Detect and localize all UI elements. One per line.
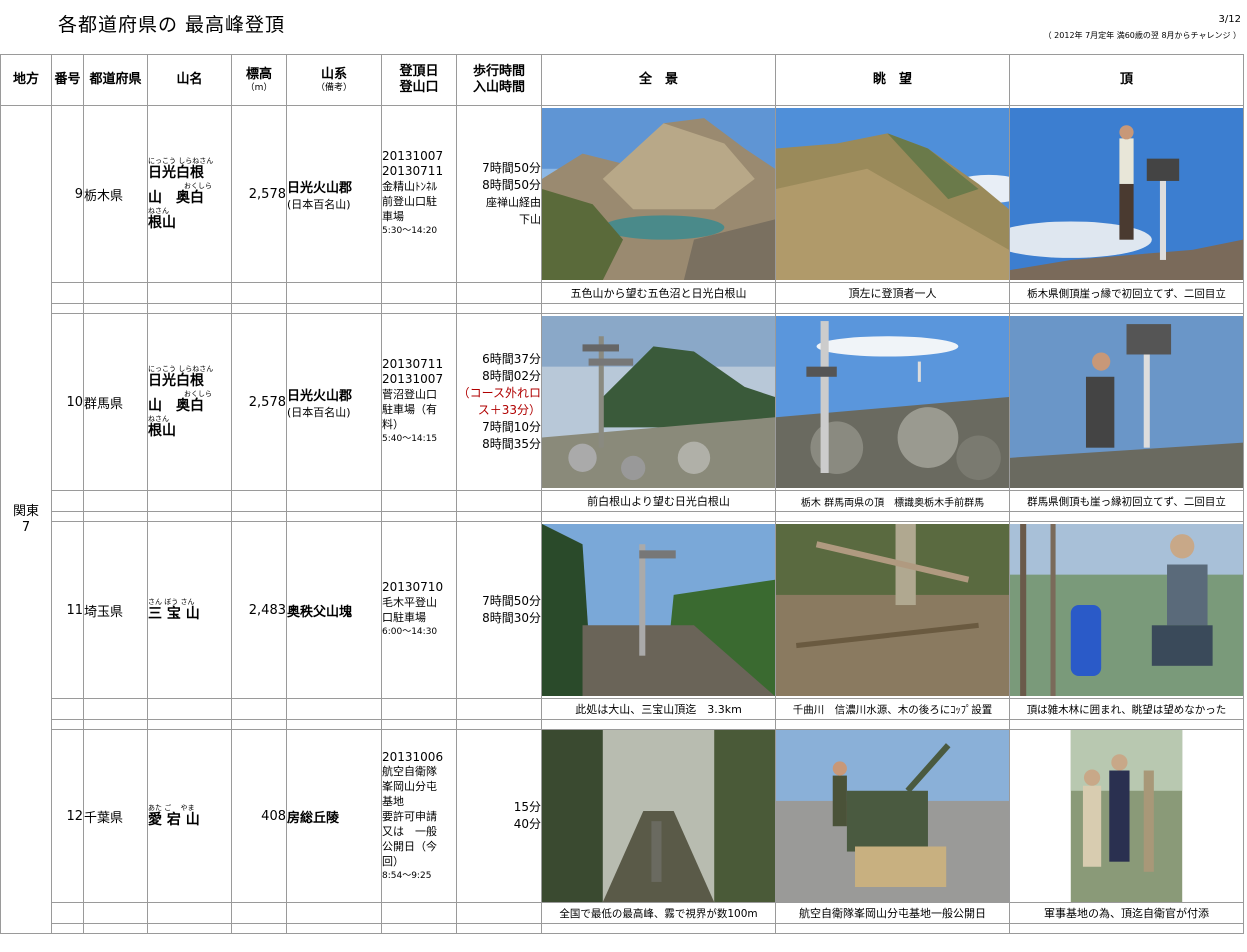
photo-view <box>775 728 1010 904</box>
elevation: 2,578 <box>231 313 287 491</box>
table-row: 12 千葉県 あた ご やま愛 宕 山 408 房総丘陵 20131006 航空… <box>1 728 1244 904</box>
caption-row: 前白根山より望む日光白根山 栃木 群馬両県の頂 標識奥栃木手前群馬 群馬県側頂も… <box>1 490 1244 512</box>
climb-dates: 20131007 20130711 金精山ﾄﾝﾈﾙ 前登山口駐 車場 5:30～1… <box>381 105 457 283</box>
caption-summit: 群馬県側頂も崖っ縁初回立てず、二回目立 <box>1009 490 1244 512</box>
header-date: 登頂日 登山口 <box>381 54 457 106</box>
mountain-name: にっこう しらねさん 日光白根 おくしら山 奥白 ねさん 根山 <box>147 313 232 491</box>
photo-view <box>775 313 1010 491</box>
photo-overview <box>541 313 776 491</box>
page-number: 3/12 <box>1218 14 1241 25</box>
summit-table: 地方 番号 都道府県 山名 標高 （m） 山系 （備考） 登頂日 登山口 歩行時間 入山… <box>0 54 1244 935</box>
mountain-name: にっこう しらねさん 日光白根 おくしら山 奥白 ねさん 根山 <box>147 105 232 283</box>
header-photo-overview: 全 景 <box>541 54 776 106</box>
caption-view: 頂左に登頂者一人 <box>775 282 1010 304</box>
photo-overview <box>541 728 776 904</box>
caption-overview: 前白根山より望む日光白根山 <box>541 490 776 512</box>
mountain-lake-photo <box>542 107 775 281</box>
region-cell: 関東 7 <box>0 104 52 935</box>
header-prefecture: 都道府県 <box>83 54 148 106</box>
caption-overview: 此処は大山、三宝山頂迄 3.3km <box>541 698 776 720</box>
row-number: 12 <box>51 728 84 904</box>
climb-dates: 20131006 航空自衛隊 峯岡山分屯 基地 要許可申請 又は 一般 公開日（… <box>381 728 457 904</box>
table-row: 10 群馬県 にっこう しらねさん 日光白根 おくしら山 奥白 ねさん 根山 2,5… <box>1 313 1244 491</box>
caption-row: 全国で最低の最高峰、霧で視界が数100m 航空自衛隊峯岡山分屯基地一般公開日 軍… <box>1 902 1244 925</box>
foggy-forest-photo <box>542 730 775 902</box>
walk-time: 7時間50分 8時間50分 座禅山経由 下山 <box>456 105 542 283</box>
summit-group-photo <box>1010 730 1243 902</box>
mountain-name: さん ぼう さん三 宝 山 <box>147 521 232 699</box>
prefecture: 群馬県 <box>83 313 148 491</box>
spreadsheet: 各都道府県の 最高峰登頂 3/12 （ 2012年 7月定年 満60歳の翌 8月… <box>0 0 1247 952</box>
mountain-name: あた ご やま愛 宕 山 <box>147 728 232 904</box>
photo-summit <box>1009 105 1244 283</box>
caption-summit: 栃木県側頂崖っ縁で初回立てず、二回目立 <box>1009 282 1244 304</box>
caption-row: 五色山から望む五色沼と日光白根山 頂左に登頂者一人 栃木県側頂崖っ縁で初回立てず… <box>1 282 1244 304</box>
photo-view <box>775 105 1010 283</box>
row-number: 9 <box>51 105 84 283</box>
forest-signpost-photo <box>542 523 775 697</box>
summit-marker-photo <box>776 315 1009 489</box>
prefecture: 栃木県 <box>83 105 148 283</box>
header-photo-view: 眺 望 <box>775 54 1010 106</box>
prefecture: 千葉県 <box>83 728 148 904</box>
caption-row: 此処は大山、三宝山頂迄 3.3km 千曲川 信濃川水源、木の後ろにｺｯﾌﾟ設置 … <box>1 698 1244 720</box>
caption-summit: 頂は雑木林に囲まれ、眺望は望めなかった <box>1009 698 1244 720</box>
row-number: 11 <box>51 521 84 699</box>
photo-summit <box>1009 521 1244 699</box>
caption-overview: 全国で最低の最高峰、霧で視界が数100m <box>541 902 776 925</box>
mountain-range: 日光火山郡 (日本百名山) <box>286 313 382 491</box>
elevation: 2,483 <box>231 521 287 699</box>
header-elevation: 標高 （m） <box>231 54 287 106</box>
caption-view: 栃木 群馬両県の頂 標識奥栃木手前群馬 <box>775 490 1010 512</box>
photo-overview <box>541 521 776 699</box>
table-row: 関東 7 9 栃木県 にっこう しらねさん 日光白根 おくしら山 奥白 ねさん 根山 … <box>0 104 1244 935</box>
summit-person-photo <box>1010 523 1243 697</box>
subtitle-note: （ 2012年 7月定年 満60歳の翌 8月からチャレンジ ） <box>1043 31 1241 40</box>
header-range: 山系 （備考） <box>286 54 382 106</box>
photo-overview <box>541 105 776 283</box>
prefecture: 埼玉県 <box>83 521 148 699</box>
summit-person-photo <box>1010 315 1243 489</box>
photo-summit <box>1009 728 1244 904</box>
mountain-range: 奥秩父山塊 <box>286 521 382 699</box>
table-row: 11 埼玉県 さん ぼう さん三 宝 山 2,483 奥秩父山塊 2013071… <box>1 521 1244 699</box>
climb-dates: 20130711 20131007 菅沼登山口 駐車場（有 料） 5:40～14:… <box>381 313 457 491</box>
header-walk: 歩行時間 入山時間 <box>456 54 542 106</box>
mountain-range: 房総丘陵 <box>286 728 382 904</box>
photo-summit <box>1009 313 1244 491</box>
military-base-photo <box>776 730 1009 902</box>
header-photo-summit: 頂 <box>1009 54 1244 106</box>
caption-overview: 五色山から望む五色沼と日光白根山 <box>541 282 776 304</box>
row-number: 10 <box>51 313 84 491</box>
photo-view <box>775 521 1010 699</box>
walk-time: 6時間37分 8時間02分 （コース外れロ ス＋33分） 7時間10分 8時間35分 <box>456 313 542 491</box>
header-row: 地方 番号 都道府県 山名 標高 （m） 山系 （備考） 登頂日 登山口 歩行時間 入山… <box>0 54 1244 106</box>
caption-view: 千曲川 信濃川水源、木の後ろにｺｯﾌﾟ設置 <box>775 698 1010 720</box>
elevation: 2,578 <box>231 105 287 283</box>
caption-summit: 軍事基地の為、頂迄自衛官が付添 <box>1009 902 1244 925</box>
walk-time: 7時間50分 8時間30分 <box>456 521 542 699</box>
header-region: 地方 <box>0 54 52 106</box>
header-number: 番号 <box>51 54 84 106</box>
caption-view: 航空自衛隊峯岡山分屯基地一般公開日 <box>775 902 1010 925</box>
header-mountain: 山名 <box>147 54 232 106</box>
signpost-mountain-photo <box>542 315 775 489</box>
elevation: 408 <box>231 728 287 904</box>
mountain-range: 日光火山郡 (日本百名山) <box>286 105 382 283</box>
page-title: 各都道府県の 最高峰登頂 <box>58 14 286 36</box>
river-source-photo <box>776 523 1009 697</box>
climb-dates: 20130710 毛木平登山 口駐車場 6:00～14:30 <box>381 521 457 699</box>
summit-person-photo <box>1010 107 1243 281</box>
ridge-view-photo <box>776 107 1009 281</box>
walk-time: 15分 40分 <box>456 728 542 904</box>
